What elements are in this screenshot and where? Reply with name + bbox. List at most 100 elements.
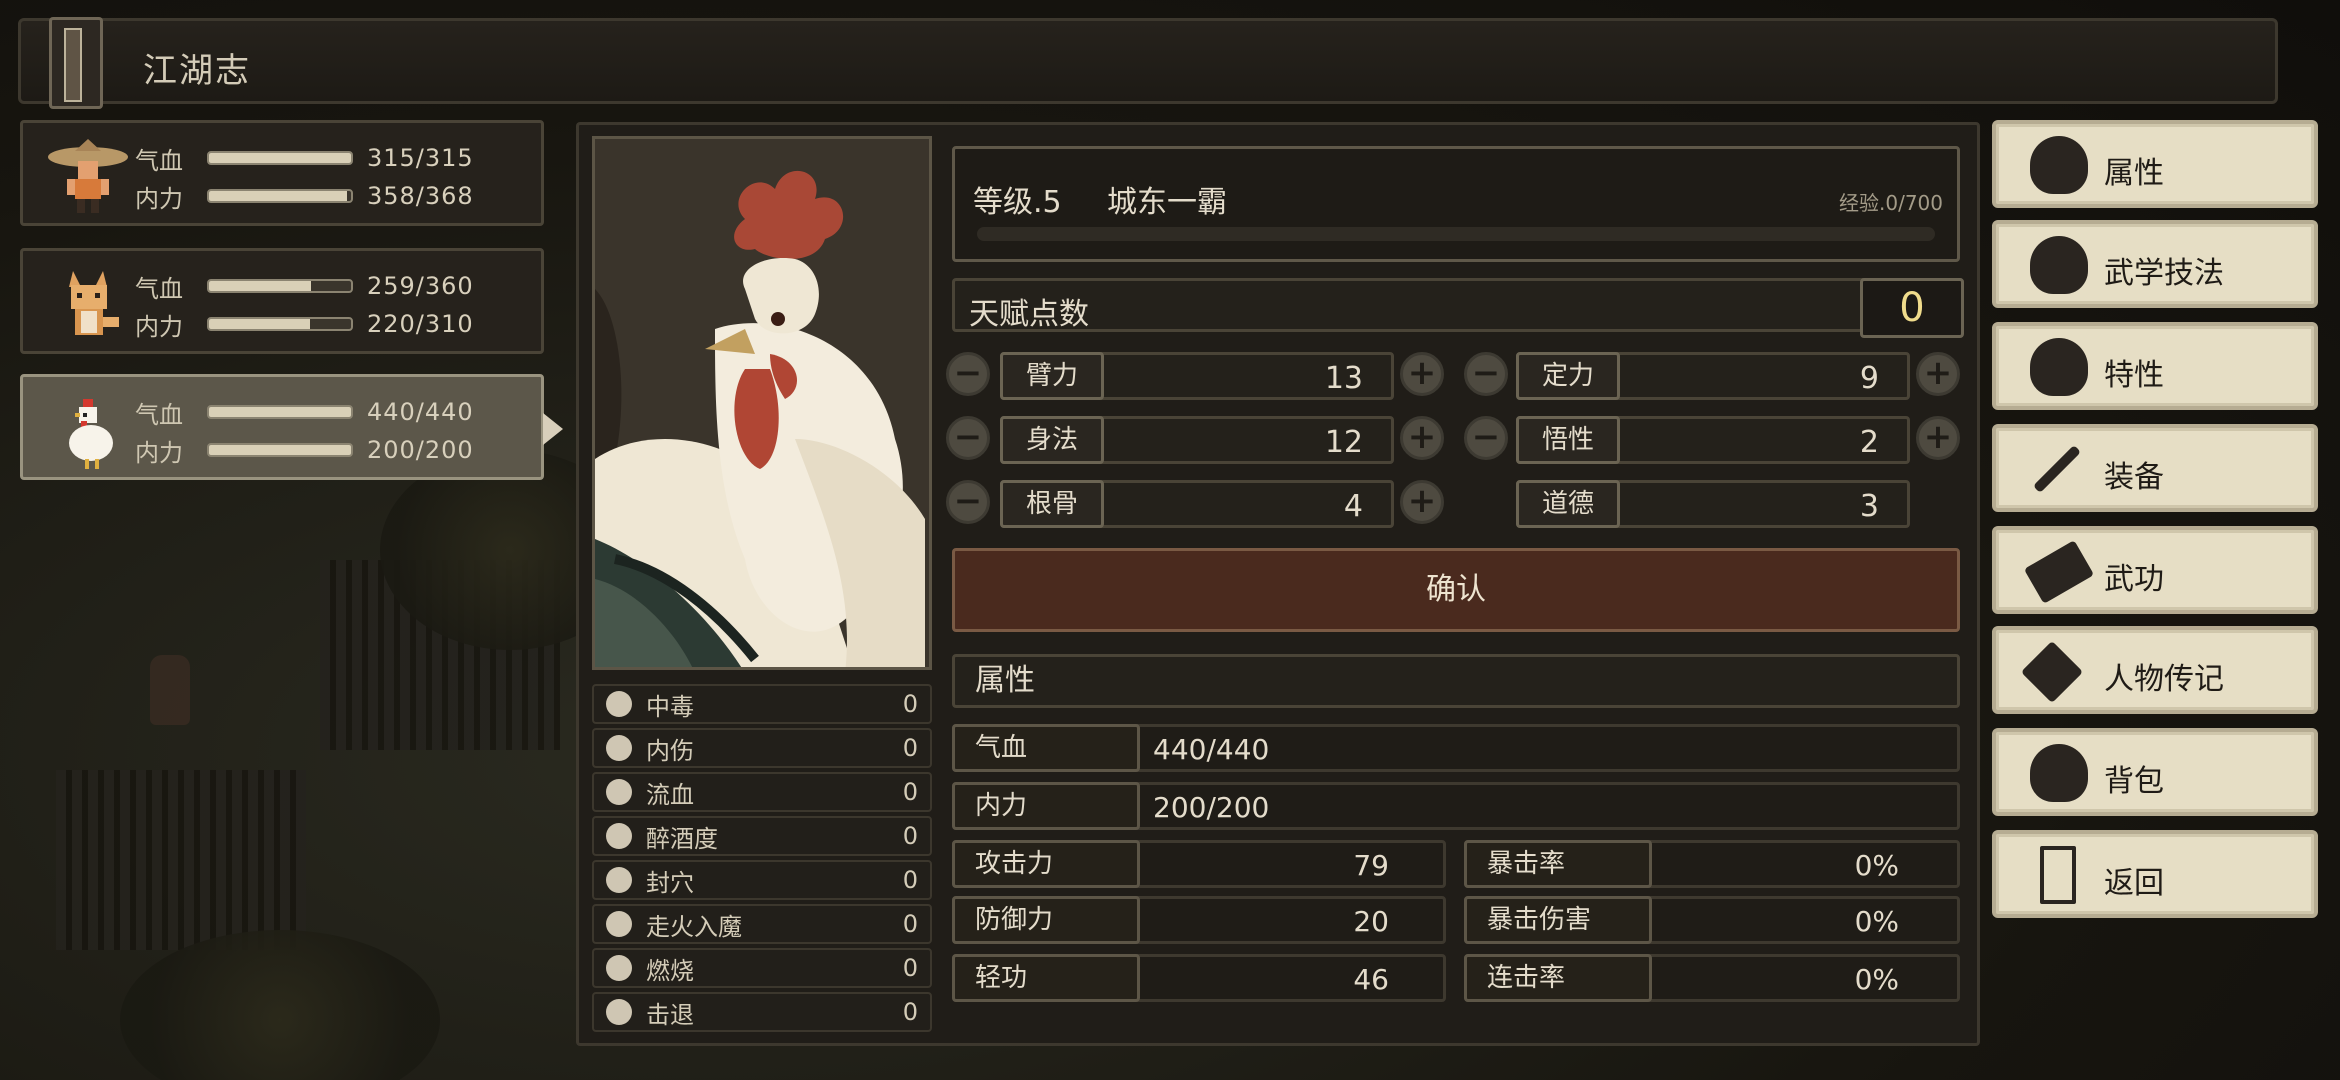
- menu-biography-button[interactable]: 人物传记: [1992, 626, 2318, 714]
- status-value: 0: [902, 690, 918, 718]
- title-bar: 江湖志: [18, 17, 2278, 109]
- attr-combo-rate: 连击率 0%: [1464, 954, 1960, 1002]
- stat-value: 2: [1859, 425, 1879, 460]
- insight-decrease-button[interactable]: −: [1464, 416, 1508, 460]
- menu-label: 装备: [2104, 460, 2164, 495]
- menu-kungfu-button[interactable]: 武功: [1992, 526, 2318, 614]
- agility-increase-button[interactable]: +: [1400, 416, 1444, 460]
- status-label: 燃烧: [646, 956, 694, 985]
- status-value: 0: [902, 734, 918, 762]
- mp-bar: [207, 443, 353, 457]
- mp-label: 内力: [135, 312, 183, 341]
- focus-increase-button[interactable]: +: [1916, 352, 1960, 396]
- menu-attributes-button[interactable]: 属性: [1992, 120, 2318, 208]
- talent-points-value: 0: [1860, 278, 1964, 338]
- broken-heart-icon: [606, 735, 632, 761]
- stat-insight: 悟性 2: [1516, 416, 1910, 464]
- attr-mp: 内力 200/200: [952, 782, 1960, 830]
- attributes-header: 属性: [952, 654, 1960, 708]
- stat-name: 根骨: [1000, 480, 1104, 528]
- menu-label: 武功: [2104, 562, 2164, 597]
- status-row-bleeding: 流血 0: [592, 772, 932, 812]
- confirm-button[interactable]: 确认: [952, 548, 1960, 632]
- menu-martial-skills-button[interactable]: 武学技法: [1992, 220, 2318, 308]
- status-value: 0: [902, 954, 918, 982]
- attr-name: 暴击伤害: [1464, 896, 1652, 944]
- status-label: 封穴: [646, 868, 694, 897]
- hp-bar-fill: [209, 407, 351, 417]
- attr-attack: 攻击力 79: [952, 840, 1446, 888]
- stat-focus: 定力 9: [1516, 352, 1910, 400]
- arm-decrease-button[interactable]: −: [946, 352, 990, 396]
- menu-equipment-button[interactable]: 装备: [1992, 424, 2318, 512]
- experience-value: 经验.0/700: [1839, 191, 1943, 215]
- attr-value: 0%: [1854, 905, 1899, 938]
- agility-decrease-button[interactable]: −: [946, 416, 990, 460]
- party-member-2[interactable]: 气血 259/360 内力 220/310: [20, 248, 544, 354]
- stat-name: 臂力: [1000, 352, 1104, 400]
- menu-label: 人物传记: [2104, 662, 2224, 697]
- mp-label: 内力: [135, 184, 183, 213]
- hp-value: 259/360: [367, 272, 474, 300]
- biography-book-icon: [2020, 640, 2084, 704]
- party-member-3[interactable]: 气血 440/440 内力 200/200: [20, 374, 563, 480]
- attr-value: 46: [1353, 963, 1389, 996]
- stat-constitution: 根骨 4: [1000, 480, 1394, 528]
- menu-label: 背包: [2104, 764, 2164, 799]
- mp-bar: [207, 189, 353, 203]
- status-row-sealed-acupoint: 封穴 0: [592, 860, 932, 900]
- menu-backpack-button[interactable]: 背包: [1992, 728, 2318, 816]
- talent-points-label: 天赋点数: [969, 297, 1089, 332]
- skull-icon: [606, 691, 632, 717]
- status-row-drunkenness: 醉酒度 0: [592, 816, 932, 856]
- status-row-knockback: 击退 0: [592, 992, 932, 1032]
- stat-agility: 身法 12: [1000, 416, 1394, 464]
- menu-label: 属性: [2104, 156, 2164, 191]
- attr-value: 0%: [1854, 963, 1899, 996]
- fox-companion-avatar: [69, 271, 119, 335]
- status-value: 0: [902, 778, 918, 806]
- party-member-1[interactable]: 气血 315/315 内力 358/368: [20, 120, 544, 226]
- menu-back-button[interactable]: 返回: [1992, 830, 2318, 918]
- character-icon: [2030, 136, 2088, 194]
- villager-sprite: [150, 655, 190, 725]
- blood-drop-icon: [606, 779, 632, 805]
- demon-face-icon: [606, 911, 632, 937]
- stat-arm: 臂力 13: [1000, 352, 1394, 400]
- hp-bar: [207, 405, 353, 419]
- mp-value: 200/200: [367, 436, 474, 464]
- flame-icon: [606, 955, 632, 981]
- status-value: 0: [902, 822, 918, 850]
- attr-value: 79: [1353, 849, 1389, 882]
- attr-value: 440/440: [1153, 733, 1270, 766]
- constitution-increase-button[interactable]: +: [1400, 480, 1444, 524]
- window-title: 江湖志: [143, 51, 251, 91]
- journal-book-icon: [49, 17, 103, 109]
- status-row-poison: 中毒 0: [592, 684, 932, 724]
- menu-label: 特性: [2104, 358, 2164, 393]
- focus-decrease-button[interactable]: −: [1464, 352, 1508, 396]
- insight-increase-button[interactable]: +: [1916, 416, 1960, 460]
- menu-traits-button[interactable]: 特性: [1992, 322, 2318, 410]
- mp-bar-fill: [209, 319, 310, 329]
- arm-increase-button[interactable]: +: [1400, 352, 1444, 396]
- constitution-decrease-button[interactable]: −: [946, 480, 990, 524]
- rooster-companion-avatar: [69, 399, 113, 469]
- martial-skill-icon: [2030, 236, 2088, 294]
- status-label: 内伤: [646, 736, 694, 765]
- hp-bar-fill: [209, 281, 312, 291]
- straw-hat-hero-avatar: [48, 139, 128, 213]
- attr-crit-rate: 暴击率 0%: [1464, 840, 1960, 888]
- menu-label: 返回: [2104, 866, 2164, 901]
- mp-bar: [207, 317, 353, 331]
- stat-value: 9: [1859, 361, 1879, 396]
- status-label: 击退: [646, 1000, 694, 1029]
- pressure-point-icon: [606, 867, 632, 893]
- status-value: 0: [902, 910, 918, 938]
- status-label: 中毒: [646, 692, 694, 721]
- attr-qinggong: 轻功 46: [952, 954, 1446, 1002]
- hp-label: 气血: [135, 146, 183, 175]
- attr-value: 20: [1353, 905, 1389, 938]
- door-exit-icon: [2040, 846, 2076, 904]
- status-row-burning: 燃烧 0: [592, 948, 932, 988]
